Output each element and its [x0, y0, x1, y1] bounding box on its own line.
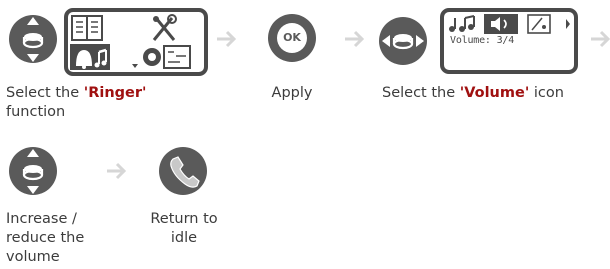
directory-icon [71, 15, 103, 41]
step-caption-ringer-prefix: Select the [6, 85, 84, 101]
ok-key-label: OK [283, 31, 301, 44]
menu-screen [64, 8, 208, 76]
step-caption-ringer: Select the 'Ringer' function [6, 84, 196, 122]
scroll-right-icon [566, 19, 570, 29]
melody-icon [527, 14, 551, 34]
volume-screen: Volume: 3/4 [440, 8, 578, 74]
ringer-highlight: 'Ringer' [83, 85, 147, 101]
step-caption-volume-prefix: Select the [382, 85, 460, 101]
arrow-right-icon [344, 30, 366, 48]
ringer-icon [70, 44, 110, 70]
arrow-right-icon [106, 162, 128, 180]
nav-key-leftright-icon [378, 16, 428, 66]
step-caption-increase: Increase / reduce the volume [6, 211, 85, 265]
volume-readout: Volume: 3/4 [450, 35, 515, 46]
step-caption-return: Return to idle [150, 211, 218, 246]
step-caption-ringer-tail: function [6, 104, 66, 120]
step-caption-apply: Apply [271, 85, 313, 101]
hangup-key-icon [158, 146, 208, 196]
settings-icon [143, 45, 191, 69]
music-notes-icon [449, 15, 475, 32]
step-caption-volume-tail: icon [529, 85, 564, 101]
volume-highlight: 'Volume' [459, 85, 530, 101]
arrow-right-icon [590, 30, 610, 48]
arrow-right-icon [216, 30, 238, 48]
nav-key-updown-icon [8, 12, 58, 67]
nav-key-updown-icon [8, 144, 58, 199]
step-caption-volume: Select the 'Volume' icon [382, 84, 610, 103]
tools-icon [152, 14, 177, 41]
volume-selected-tab [484, 14, 518, 34]
ok-key-icon: OK [268, 14, 316, 62]
